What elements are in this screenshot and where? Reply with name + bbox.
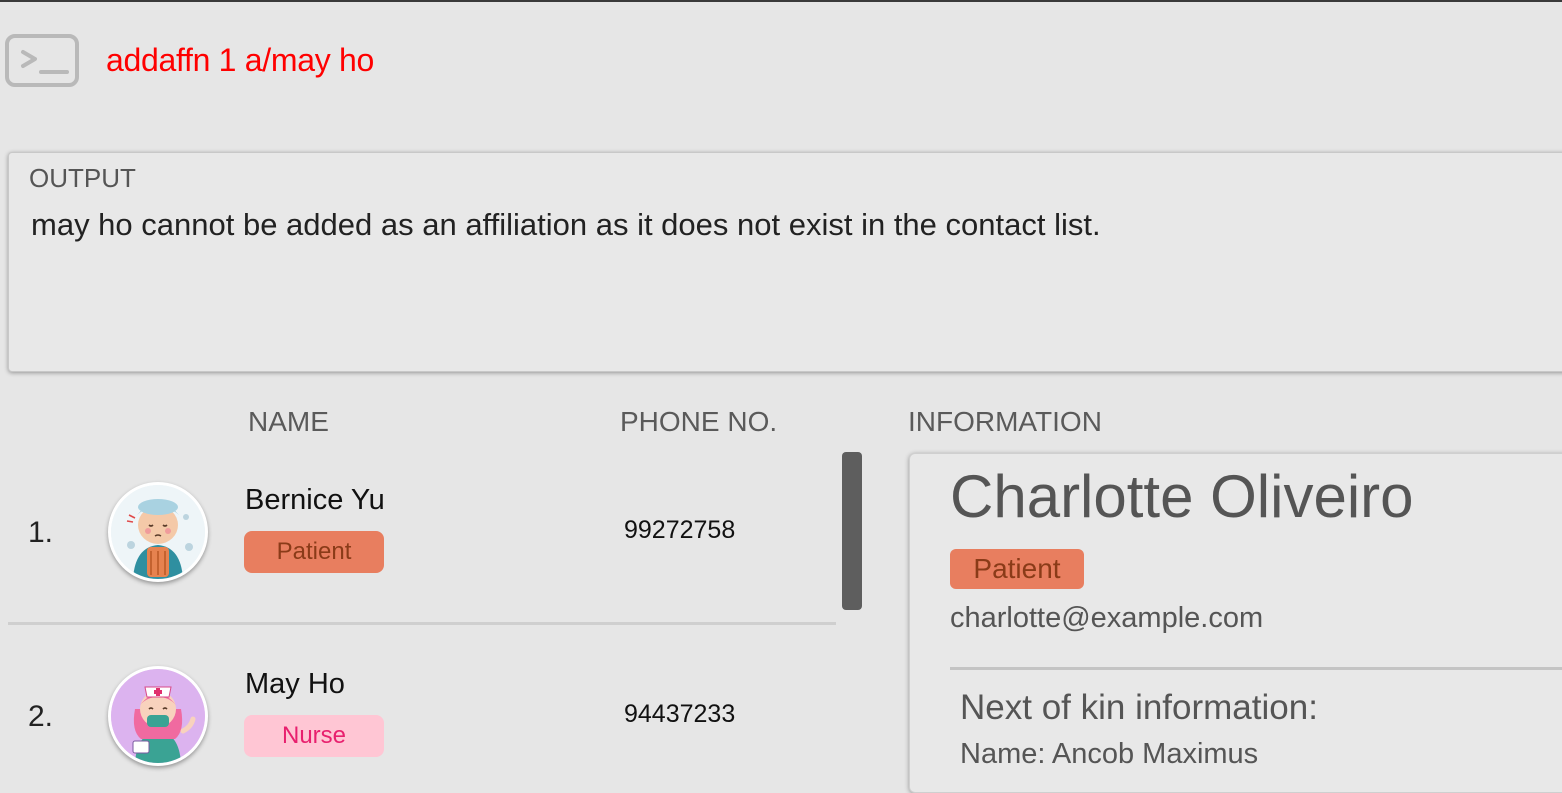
information-panel: Charlotte Oliveiro Patient charlotte@exa…	[909, 453, 1562, 793]
contact-name: May Ho	[245, 668, 345, 700]
column-header-name: NAME	[248, 406, 329, 437]
nurse-avatar	[108, 666, 208, 766]
patient-avatar	[108, 482, 208, 582]
output-message: may ho cannot be added as an affiliation…	[31, 207, 1101, 242]
column-header-phone: PHONE NO.	[620, 406, 778, 437]
contact-phone: 94437233	[624, 700, 736, 728]
output-panel: OUTPUT may ho cannot be added as an affi…	[8, 152, 1562, 372]
contact-phone: 99272758	[624, 516, 736, 544]
next-of-kin-name: Name: Ancob Maximus	[960, 738, 1259, 770]
info-contact-name: Charlotte Oliveiro	[950, 463, 1414, 530]
column-header-information: INFORMATION	[908, 406, 1102, 437]
contact-name: Bernice Yu	[245, 484, 385, 516]
patient-tag: Patient	[244, 531, 384, 573]
output-label: OUTPUT	[29, 163, 136, 193]
info-patient-tag: Patient	[950, 549, 1084, 589]
row-index: 1.	[28, 516, 54, 549]
terminal-icon	[5, 34, 79, 87]
window-top-border	[0, 0, 1562, 2]
next-of-kin-title: Next of kin information:	[960, 688, 1318, 727]
info-email: charlotte@example.com	[950, 602, 1264, 634]
row-index: 2.	[28, 700, 54, 733]
list-scrollbar[interactable]	[842, 452, 862, 610]
nurse-tag: Nurse	[244, 715, 384, 757]
command-input[interactable]: addaffn 1 a/may ho	[106, 42, 374, 79]
info-divider	[950, 667, 1562, 670]
row-divider	[8, 622, 836, 625]
